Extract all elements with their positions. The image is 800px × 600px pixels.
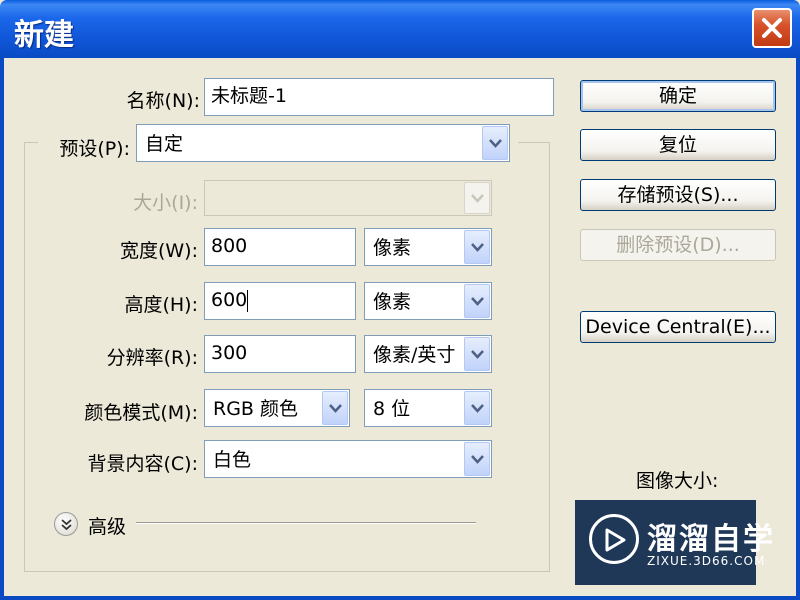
resolution-input[interactable]: 300 bbox=[204, 335, 356, 373]
color-mode-label: 颜色模式(M): bbox=[84, 402, 198, 424]
chevron-down-icon bbox=[471, 455, 484, 464]
width-unit-select[interactable]: 像素 bbox=[364, 228, 492, 266]
title-bar[interactable]: 新建 bbox=[0, 0, 800, 58]
close-button[interactable] bbox=[752, 8, 792, 48]
preset-select[interactable]: 自定 bbox=[136, 124, 510, 162]
watermark-logo: 溜溜自学 ZIXUE.3D66.COM bbox=[575, 500, 773, 585]
color-mode-dropdown-button[interactable] bbox=[322, 391, 348, 425]
chevron-down-icon bbox=[471, 404, 484, 413]
advanced-label[interactable]: 高级 bbox=[88, 512, 126, 539]
preset-label: 预设(P): bbox=[40, 134, 130, 161]
size-select[interactable] bbox=[204, 180, 492, 216]
group-line-left bbox=[24, 142, 38, 143]
background-value: 白色 bbox=[213, 449, 252, 471]
chevron-down-icon bbox=[471, 194, 484, 203]
height-unit-select[interactable]: 像素 bbox=[364, 282, 492, 320]
background-label: 背景内容(C): bbox=[87, 453, 199, 475]
height-unit-value: 像素 bbox=[373, 291, 412, 313]
save-preset-button[interactable]: 存储预设(S)... bbox=[580, 179, 776, 211]
text-cursor bbox=[247, 289, 249, 312]
bit-depth-dropdown-button[interactable] bbox=[464, 391, 490, 425]
bit-depth-value: 8 位 bbox=[373, 398, 411, 420]
preset-value: 自定 bbox=[145, 133, 184, 155]
height-label: 高度(H): bbox=[124, 294, 198, 316]
preset-dropdown-button[interactable] bbox=[482, 126, 508, 160]
chevron-down-icon bbox=[329, 404, 342, 413]
name-input[interactable]: 未标题-1 bbox=[204, 78, 554, 116]
watermark-title: 溜溜自学 bbox=[647, 522, 775, 557]
chevron-down-icon bbox=[489, 139, 502, 148]
ok-button[interactable]: 确定 bbox=[580, 80, 776, 112]
height-value: 600 bbox=[211, 289, 248, 311]
device-central-button[interactable]: Device Central(E)... bbox=[580, 311, 776, 343]
chevron-down-icon bbox=[471, 243, 484, 252]
resolution-unit-dropdown-button[interactable] bbox=[464, 337, 490, 371]
reset-button[interactable]: 复位 bbox=[580, 129, 776, 161]
watermark-url: ZIXUE.3D66.COM bbox=[647, 554, 766, 568]
background-select[interactable]: 白色 bbox=[204, 440, 492, 478]
color-mode-select[interactable]: RGB 颜色 bbox=[204, 389, 350, 427]
background-dropdown-button[interactable] bbox=[464, 442, 490, 476]
window-title: 新建 bbox=[14, 18, 74, 53]
width-unit-value: 像素 bbox=[373, 237, 412, 259]
image-size-label: 图像大小: bbox=[636, 470, 719, 492]
bit-depth-select[interactable]: 8 位 bbox=[364, 389, 492, 427]
width-unit-dropdown-button[interactable] bbox=[464, 230, 490, 264]
height-input[interactable]: 600 bbox=[204, 282, 356, 320]
chevron-down-icon bbox=[471, 350, 484, 359]
advanced-toggle-button[interactable] bbox=[54, 512, 78, 536]
advanced-divider bbox=[136, 522, 476, 524]
color-mode-value: RGB 颜色 bbox=[213, 398, 298, 420]
resolution-unit-value: 像素/英寸 bbox=[373, 344, 456, 366]
resolution-unit-select[interactable]: 像素/英寸 bbox=[364, 335, 492, 373]
width-input[interactable]: 800 bbox=[204, 228, 356, 266]
group-line-right bbox=[518, 142, 550, 143]
size-dropdown-button[interactable] bbox=[464, 182, 490, 214]
size-label: 大小(I): bbox=[133, 192, 198, 214]
width-label: 宽度(W): bbox=[119, 240, 198, 262]
name-label: 名称(N): bbox=[126, 90, 200, 112]
chevron-down-icon bbox=[471, 297, 484, 306]
close-icon bbox=[762, 18, 782, 38]
delete-preset-button[interactable]: 删除预设(D)... bbox=[580, 229, 776, 261]
play-icon bbox=[589, 514, 639, 564]
height-unit-dropdown-button[interactable] bbox=[464, 284, 490, 318]
resolution-label: 分辨率(R): bbox=[106, 347, 198, 369]
double-chevron-down-icon bbox=[61, 519, 72, 531]
